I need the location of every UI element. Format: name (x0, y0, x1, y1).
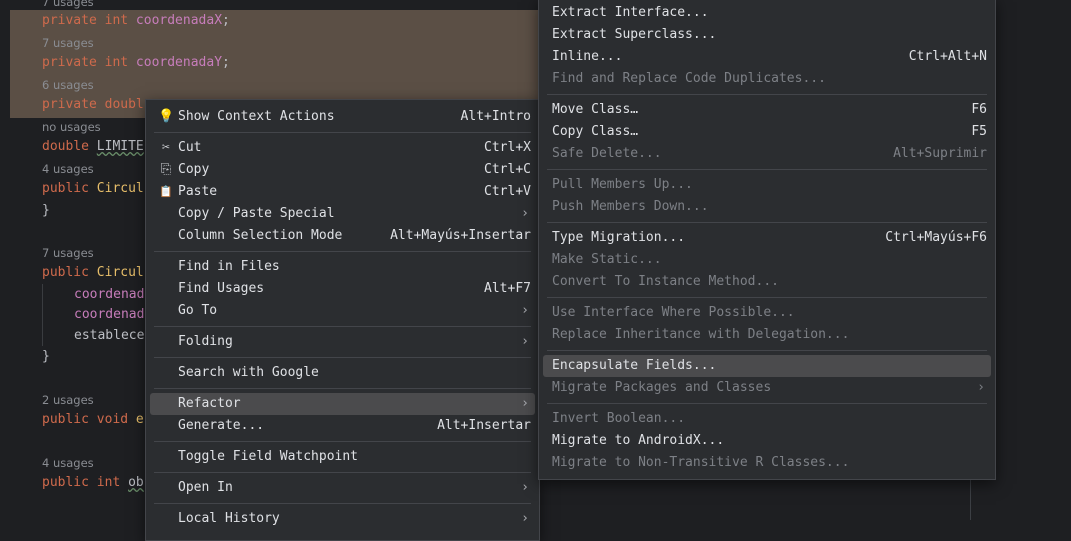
menu-item-copy-paste-special[interactable]: Copy / Paste Special › (150, 203, 535, 225)
menu-item-invert-boolean[interactable]: Invert Boolean... (543, 408, 991, 430)
menu-separator (547, 297, 987, 298)
chevron-right-icon: › (521, 303, 529, 318)
menu-item-paste[interactable]: 📋 Paste Ctrl+V (150, 181, 535, 203)
refactor-submenu: Extract Interface... Extract Superclass.… (538, 0, 996, 480)
code-line[interactable]: public int ob (42, 472, 144, 494)
code-line[interactable]: private int coordenadaX; (42, 10, 230, 32)
menu-item-copy-class[interactable]: Copy Class… F5 (543, 121, 991, 143)
code-line[interactable]: } (42, 346, 50, 368)
usage-hint[interactable]: 4 usages (42, 159, 94, 179)
menu-separator (547, 350, 987, 351)
menu-item-toggle-field-watchpoint[interactable]: Toggle Field Watchpoint (150, 446, 535, 468)
menu-item-open-in[interactable]: Open In › (150, 477, 535, 499)
menu-separator (154, 357, 531, 358)
menu-separator (154, 441, 531, 442)
menu-item-pull-members-up[interactable]: Pull Members Up... (543, 174, 991, 196)
menu-item-folding[interactable]: Folding › (150, 331, 535, 353)
code-line[interactable]: public Circul (42, 262, 144, 284)
usage-hint[interactable]: 7 usages (42, 243, 94, 263)
usage-hint[interactable]: 6 usages (42, 75, 94, 95)
menu-item-encapsulate-fields[interactable]: Encapsulate Fields... (543, 355, 991, 377)
chevron-right-icon: › (521, 396, 529, 411)
menu-separator (154, 132, 531, 133)
menu-separator (154, 472, 531, 473)
usage-hint[interactable]: 2 usages (42, 390, 94, 410)
usage-hint[interactable]: no usages (42, 117, 101, 137)
menu-item-push-members-down[interactable]: Push Members Down... (543, 196, 991, 218)
menu-separator (547, 403, 987, 404)
menu-item-replace-inheritance-with-delegation[interactable]: Replace Inheritance with Delegation... (543, 324, 991, 346)
usage-hint[interactable]: 7 usages (42, 33, 94, 53)
menu-item-make-static[interactable]: Make Static... (543, 249, 991, 271)
menu-item-copy[interactable]: ⎘ Copy Ctrl+C (150, 159, 535, 181)
usage-hint[interactable]: 4 usages (42, 453, 94, 473)
menu-item-local-history[interactable]: Local History › (150, 508, 535, 530)
menu-item-convert-to-instance-method[interactable]: Convert To Instance Method... (543, 271, 991, 293)
code-line[interactable]: double LIMITE (42, 136, 144, 158)
menu-item-go-to[interactable]: Go To › (150, 300, 535, 322)
menu-item-inline[interactable]: Inline... Ctrl+Alt+N (543, 46, 991, 68)
menu-item-migrate-non-transitive-r[interactable]: Migrate to Non-Transitive R Classes... (543, 452, 991, 474)
menu-separator (154, 251, 531, 252)
menu-item-cut[interactable]: ✂ Cut Ctrl+X (150, 137, 535, 159)
menu-item-safe-delete[interactable]: Safe Delete... Alt+Suprimir (543, 143, 991, 165)
code-line[interactable]: public void e (42, 409, 144, 431)
chevron-right-icon: › (521, 206, 529, 221)
chevron-right-icon: › (977, 380, 985, 395)
menu-item-show-context-actions[interactable]: 💡 Show Context Actions Alt+Intro (150, 106, 535, 128)
menu-item-migrate-to-androidx[interactable]: Migrate to AndroidX... (543, 430, 991, 452)
chevron-right-icon: › (521, 480, 529, 495)
code-line[interactable]: coordenad (74, 284, 144, 306)
right-margin-guide (970, 478, 971, 520)
menu-item-find-usages[interactable]: Find Usages Alt+F7 (150, 278, 535, 300)
chevron-right-icon: › (521, 334, 529, 349)
editor-context-menu: 💡 Show Context Actions Alt+Intro ✂ Cut C… (145, 99, 540, 541)
code-line[interactable]: public Circul (42, 178, 144, 200)
menu-item-migrate-packages-and-classes[interactable]: Migrate Packages and Classes › (543, 377, 991, 399)
code-line[interactable]: private int coordenadaY; (42, 52, 230, 74)
menu-item-move-class[interactable]: Move Class… F6 (543, 99, 991, 121)
copy-icon: ⎘ (160, 162, 172, 177)
menu-separator (547, 94, 987, 95)
menu-item-refactor[interactable]: Refactor › (150, 393, 535, 415)
menu-item-search-with-google[interactable]: Search with Google (150, 362, 535, 384)
lightbulb-icon: 💡 (158, 109, 175, 124)
menu-separator (547, 222, 987, 223)
menu-item-find-replace-duplicates[interactable]: Find and Replace Code Duplicates... (543, 68, 991, 90)
menu-item-use-interface-where-possible[interactable]: Use Interface Where Possible... (543, 302, 991, 324)
scissors-icon: ✂ (162, 140, 170, 155)
code-line[interactable]: private doubl (42, 94, 144, 116)
menu-item-type-migration[interactable]: Type Migration... Ctrl+Mayús+F6 (543, 227, 991, 249)
code-line[interactable]: establece (74, 325, 144, 347)
code-line[interactable]: } (42, 200, 50, 222)
indent-guide (42, 284, 43, 346)
code-line[interactable]: coordenad (74, 304, 144, 326)
menu-item-generate[interactable]: Generate... Alt+Insertar (150, 415, 535, 437)
clipboard-icon: 📋 (159, 185, 173, 198)
menu-separator (547, 169, 987, 170)
menu-separator (154, 388, 531, 389)
menu-item-column-selection-mode[interactable]: Column Selection Mode Alt+Mayús+Insertar (150, 225, 535, 247)
menu-item-extract-interface[interactable]: Extract Interface... (543, 2, 991, 24)
menu-separator (154, 503, 531, 504)
menu-item-find-in-files[interactable]: Find in Files (150, 256, 535, 278)
menu-separator (154, 326, 531, 327)
menu-item-extract-superclass[interactable]: Extract Superclass... (543, 24, 991, 46)
chevron-right-icon: › (521, 511, 529, 526)
